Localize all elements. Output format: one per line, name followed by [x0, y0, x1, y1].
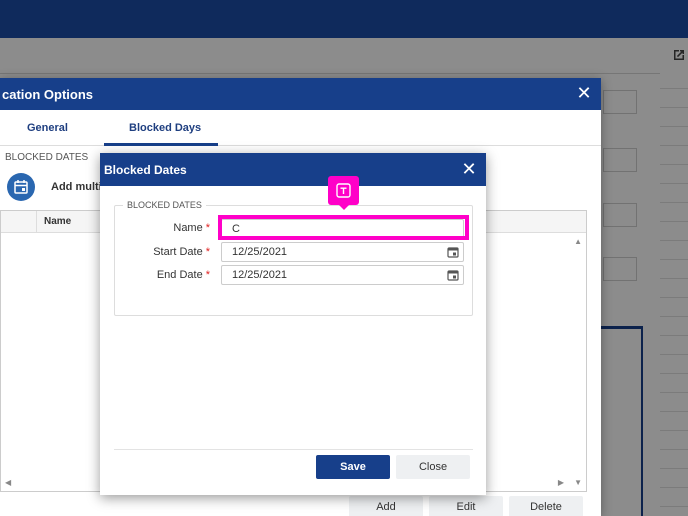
delete-button[interactable]: Delete	[509, 496, 583, 516]
text-field-icon	[336, 183, 351, 198]
text-field-tag	[328, 176, 359, 205]
tab-general[interactable]: General	[27, 122, 68, 134]
close-icon[interactable]: ✕	[575, 84, 593, 102]
fieldset-legend: BLOCKED DATES	[123, 200, 206, 210]
start-date-value: 12/25/2021	[232, 246, 288, 258]
start-date-label: Start Date *	[104, 246, 210, 258]
tab-blocked-days[interactable]: Blocked Days	[129, 122, 201, 134]
calendar-add-icon[interactable]	[7, 173, 35, 201]
required-marker: *	[205, 222, 210, 234]
active-tab-indicator	[104, 143, 218, 146]
calendar-icon[interactable]	[447, 246, 459, 258]
blocked-dates-dialog-title: Blocked Dates	[104, 163, 187, 177]
edit-button[interactable]: Edit	[429, 496, 503, 516]
blocked-dates-dialog-header: Blocked Dates ✕	[100, 153, 486, 186]
end-date-label: End Date *	[104, 269, 210, 281]
start-date-field[interactable]: 12/25/2021	[221, 242, 464, 262]
close-button[interactable]: Close	[396, 455, 470, 479]
end-date-value: 12/25/2021	[232, 269, 288, 281]
add-multiple-button[interactable]: Add multi	[51, 181, 102, 193]
scroll-down-icon[interactable]: ▼	[574, 478, 582, 487]
grid-column-name[interactable]: Name	[44, 216, 71, 227]
options-dialog-title: cation Options	[2, 87, 93, 102]
calendar-icon[interactable]	[447, 269, 459, 281]
start-date-label-text: Start Date	[153, 246, 203, 258]
end-date-label-text: End Date	[156, 269, 203, 281]
section-label: BLOCKED DATES	[5, 152, 89, 163]
tag-pointer	[338, 204, 350, 210]
app-top-bar	[0, 0, 688, 38]
required-marker: *	[205, 269, 210, 281]
name-label-text: Name	[173, 222, 203, 234]
save-button[interactable]: Save	[316, 455, 390, 479]
scroll-right-icon[interactable]: ▶	[558, 478, 564, 487]
grid-column-separator	[36, 211, 37, 233]
required-marker: *	[205, 246, 210, 258]
options-tabs: General Blocked Days	[0, 110, 601, 146]
close-icon[interactable]: ✕	[460, 160, 478, 178]
name-label: Name *	[104, 222, 210, 234]
name-field-highlight	[218, 215, 469, 240]
options-dialog-header: cation Options ✕	[0, 78, 601, 110]
scroll-left-icon[interactable]: ◀	[5, 478, 11, 487]
blocked-dates-dialog: Blocked Dates ✕ BLOCKED DATES Name * C St…	[100, 153, 486, 495]
scroll-up-icon[interactable]: ▲	[574, 237, 582, 246]
add-button[interactable]: Add	[349, 496, 423, 516]
dialog-footer-divider	[114, 449, 473, 450]
end-date-field[interactable]: 12/25/2021	[221, 265, 464, 285]
